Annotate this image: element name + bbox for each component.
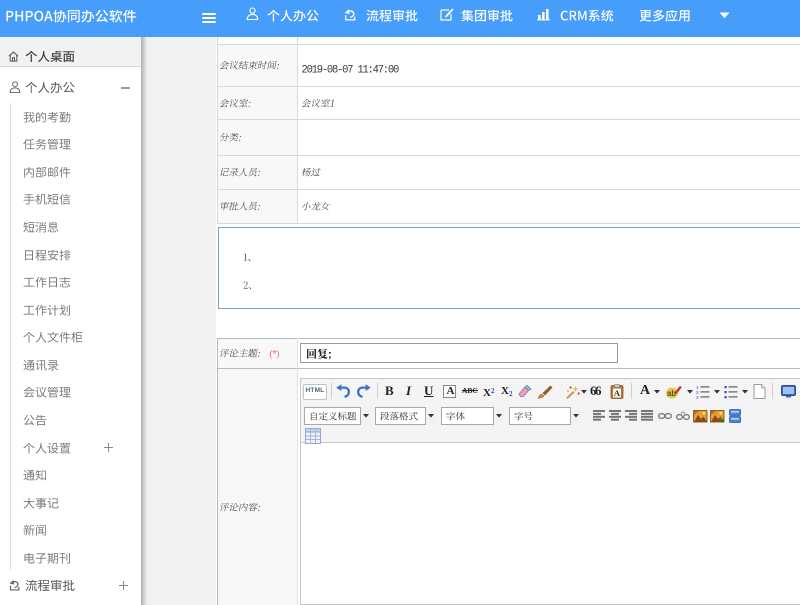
- svg-text:A: A: [614, 388, 621, 398]
- svg-text:3: 3: [696, 395, 699, 399]
